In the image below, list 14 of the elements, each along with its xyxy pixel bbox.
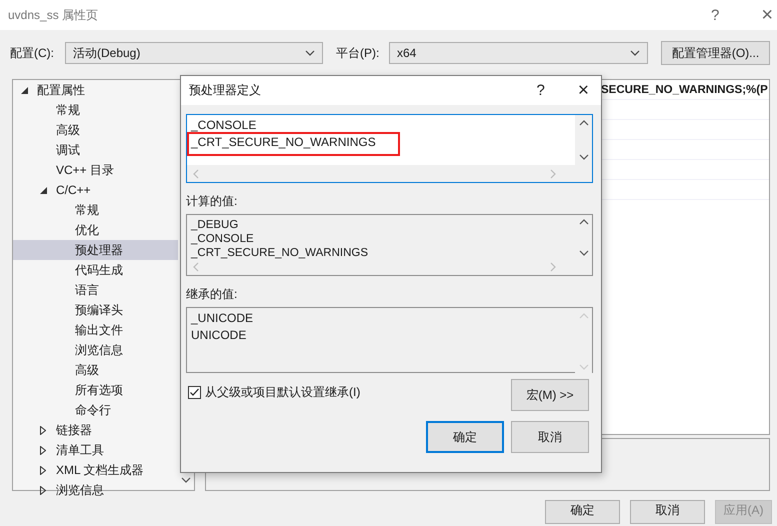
property-value: SECURE_NO_WARNINGS;%(P — [601, 84, 768, 96]
dialog-title: 预处理器定义 — [189, 82, 262, 99]
value-line: _DEBUG — [191, 218, 238, 232]
value-line: UNICODE — [191, 327, 246, 344]
window-title: uvdns_ss 属性页 — [8, 6, 100, 24]
config-label: 配置(C): — [10, 44, 55, 62]
definition-line: _CRT_SECURE_NO_WARNINGS — [189, 134, 398, 154]
definition-line: _CONSOLE — [191, 117, 256, 134]
platform-label: 平台(P): — [336, 44, 380, 62]
section-label: 继承的值: — [186, 286, 238, 303]
value-line: _CRT_SECURE_NO_WARNINGS — [191, 246, 368, 260]
value-line: _CONSOLE — [191, 232, 254, 246]
section-label: 计算的值: — [186, 193, 238, 210]
value-line: _UNICODE — [191, 310, 254, 327]
